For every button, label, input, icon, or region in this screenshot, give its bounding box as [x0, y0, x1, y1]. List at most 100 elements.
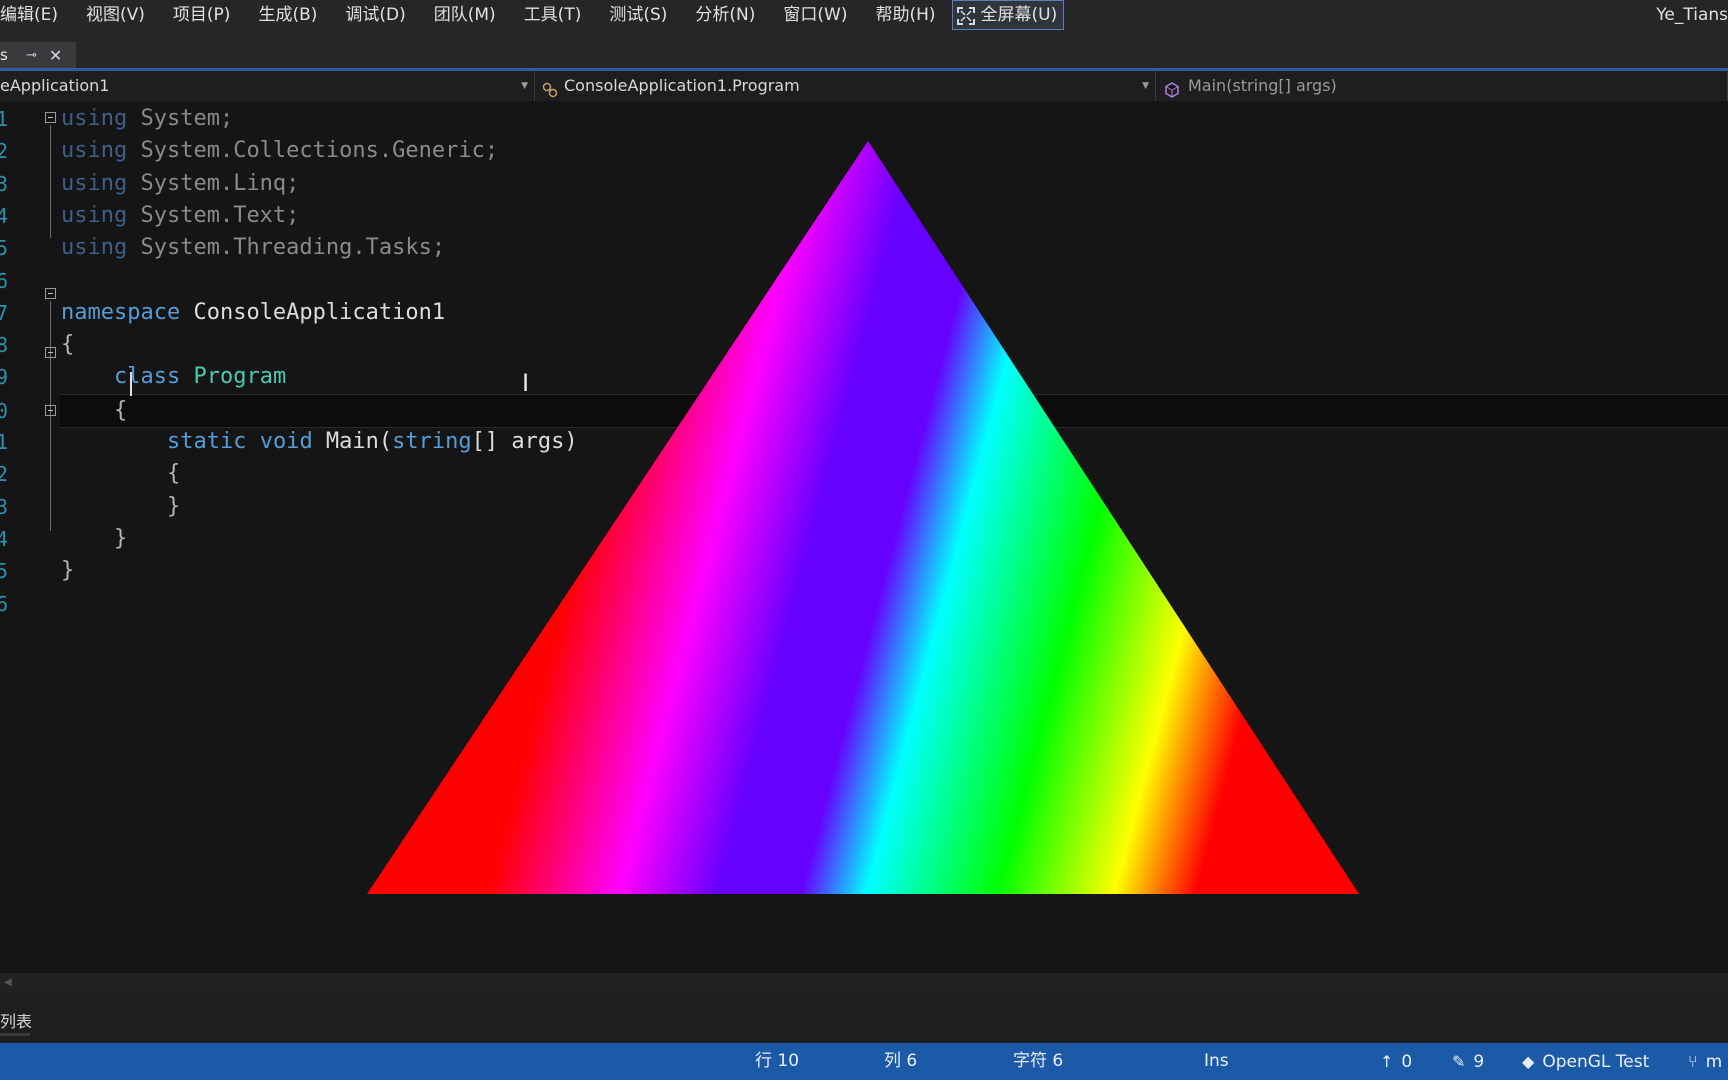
- code-token: using: [61, 138, 128, 164]
- code-text: }: [61, 555, 74, 587]
- line-number: 4: [0, 526, 8, 551]
- code-text: static void Main(string[] args): [61, 426, 578, 458]
- text-caret: [130, 372, 132, 396]
- menu-help[interactable]: 帮助(H): [861, 0, 949, 30]
- code-token: string: [392, 429, 472, 454]
- code-line[interactable]: 5}: [0, 555, 1728, 587]
- code-text: using System.Threading.Tasks;: [61, 232, 445, 264]
- close-icon[interactable]: ✕: [49, 46, 62, 65]
- horizontal-scrollbar[interactable]: ◀: [0, 973, 1728, 993]
- fold-toggle-main[interactable]: [45, 405, 56, 416]
- member-dropdown-value: Main(string[] args): [1188, 76, 1337, 95]
- code-text: {: [61, 395, 127, 427]
- pencil-icon: ✎: [1452, 1052, 1466, 1071]
- arrow-up-icon: ↑: [1380, 1052, 1394, 1071]
- panel-tab-list[interactable]: 列表: [0, 1008, 32, 1032]
- code-text: using System.Linq;: [61, 168, 299, 200]
- code-token: }: [61, 558, 75, 584]
- menu-test[interactable]: 测试(S): [595, 0, 681, 30]
- fold-toggle-namespace[interactable]: [45, 288, 56, 299]
- code-text: using System.Text;: [61, 200, 299, 232]
- class-dropdown[interactable]: ConsoleApplication1.Program ▼: [536, 71, 1156, 101]
- menu-project[interactable]: 项目(P): [159, 0, 245, 30]
- code-token: System.Linq;: [127, 170, 300, 196]
- code-token: System;: [127, 106, 234, 131]
- code-text: }: [61, 491, 180, 523]
- status-column[interactable]: 列 6: [884, 1043, 917, 1080]
- code-text: {: [61, 329, 74, 361]
- scroll-left-icon[interactable]: ◀: [4, 977, 12, 988]
- menu-view[interactable]: 视图(V): [72, 0, 159, 30]
- repository-name: OpenGL Test: [1542, 1052, 1650, 1072]
- repository-icon: ◆: [1522, 1052, 1535, 1071]
- member-dropdown[interactable]: Main(string[] args): [1158, 71, 1728, 101]
- pin-icon[interactable]: ⊸: [26, 48, 37, 63]
- code-line[interactable]: 1 using System;: [0, 103, 1728, 135]
- code-token: using: [61, 235, 128, 261]
- code-line[interactable]: 6: [0, 588, 1728, 620]
- code-line[interactable]: 3 }: [0, 491, 1728, 523]
- menu-debug[interactable]: 调试(D): [331, 0, 419, 30]
- code-text: }: [61, 523, 127, 555]
- code-token: using: [61, 170, 128, 196]
- fullscreen-button[interactable]: 全屏幕(U): [951, 0, 1065, 30]
- code-line[interactable]: 1 static void Main(string[] args): [0, 426, 1728, 458]
- outline-guide-namespace: [50, 301, 51, 531]
- line-number: 1: [0, 107, 8, 131]
- code-line[interactable]: 9 class Program: [0, 361, 1728, 393]
- code-token: using: [61, 106, 128, 131]
- menu-edit[interactable]: 编辑(E): [0, 0, 72, 30]
- menu-tools[interactable]: 工具(T): [510, 0, 596, 30]
- line-number: 7: [0, 300, 8, 325]
- code-line[interactable]: 6: [0, 265, 1728, 297]
- code-token: {: [61, 461, 181, 487]
- menu-analyze[interactable]: 分析(N): [681, 0, 769, 30]
- menu-window[interactable]: 窗口(W): [769, 0, 861, 30]
- line-number: 2: [0, 139, 8, 164]
- status-bar: 行 10 列 6 字符 6 Ins ↑ 0 ✎ 9 ◆ OpenGL Test ⑂ m: [0, 1043, 1728, 1080]
- code-token: Main(: [312, 429, 393, 454]
- code-line[interactable]: 7 namespace ConsoleApplication1: [0, 297, 1728, 329]
- status-pending-changes[interactable]: ✎ 9: [1452, 1043, 1484, 1080]
- code-line[interactable]: 4 }: [0, 523, 1728, 555]
- code-line[interactable]: 0 {: [0, 393, 1728, 428]
- code-text: class Program: [61, 361, 286, 393]
- code-token: System.Collections.Generic;: [127, 138, 499, 164]
- chevron-down-icon: ▼: [521, 81, 528, 91]
- line-number: 5: [0, 236, 8, 261]
- status-branch[interactable]: ⑂ m: [1688, 1043, 1722, 1080]
- code-line[interactable]: 8{: [0, 329, 1728, 361]
- code-line[interactable]: 5 using System.Threading.Tasks;: [0, 232, 1728, 264]
- status-line[interactable]: 行 10: [755, 1043, 799, 1080]
- status-char[interactable]: 字符 6: [1013, 1043, 1063, 1080]
- code-line[interactable]: 2 using System.Collections.Generic;: [0, 135, 1728, 167]
- panel-tab-indicator: [0, 1033, 30, 1036]
- user-account[interactable]: Ye_Tians: [1656, 0, 1728, 30]
- project-dropdown-value: eApplication1: [0, 76, 110, 95]
- project-dropdown[interactable]: eApplication1 ▼: [0, 71, 535, 101]
- line-number: 8: [0, 333, 8, 358]
- code-text: using System.Collections.Generic;: [61, 135, 498, 167]
- code-editor[interactable]: 1 using System; 2 using System.Collections.…: [0, 101, 1728, 973]
- branch-name: m: [1705, 1052, 1723, 1072]
- menu-team[interactable]: 团队(M): [420, 0, 510, 30]
- method-icon: [1164, 78, 1180, 98]
- pending-count: 9: [1473, 1052, 1485, 1072]
- code-token: }: [61, 525, 128, 551]
- fold-toggle-class[interactable]: [45, 347, 56, 358]
- status-unpushed[interactable]: ↑ 0: [1380, 1043, 1412, 1080]
- line-number: 9: [0, 365, 8, 390]
- class-dropdown-value: ConsoleApplication1.Program: [564, 76, 800, 95]
- menu-bar: 编辑(E) 视图(V) 项目(P) 生成(B) 调试(D) 团队(M) 工具(T…: [0, 0, 1728, 30]
- code-line[interactable]: 4 using System.Text;: [0, 200, 1728, 232]
- code-line[interactable]: 3 using System.Linq;: [0, 168, 1728, 200]
- chevron-down-icon: ▼: [1142, 81, 1149, 91]
- fold-toggle-using[interactable]: [45, 112, 56, 123]
- status-insert-mode[interactable]: Ins: [1204, 1043, 1229, 1080]
- status-repository[interactable]: ◆ OpenGL Test: [1522, 1043, 1649, 1080]
- code-line[interactable]: 2 {: [0, 458, 1728, 490]
- document-tab[interactable]: s ⊸ ✕: [0, 42, 76, 68]
- menu-build[interactable]: 生成(B): [244, 0, 331, 30]
